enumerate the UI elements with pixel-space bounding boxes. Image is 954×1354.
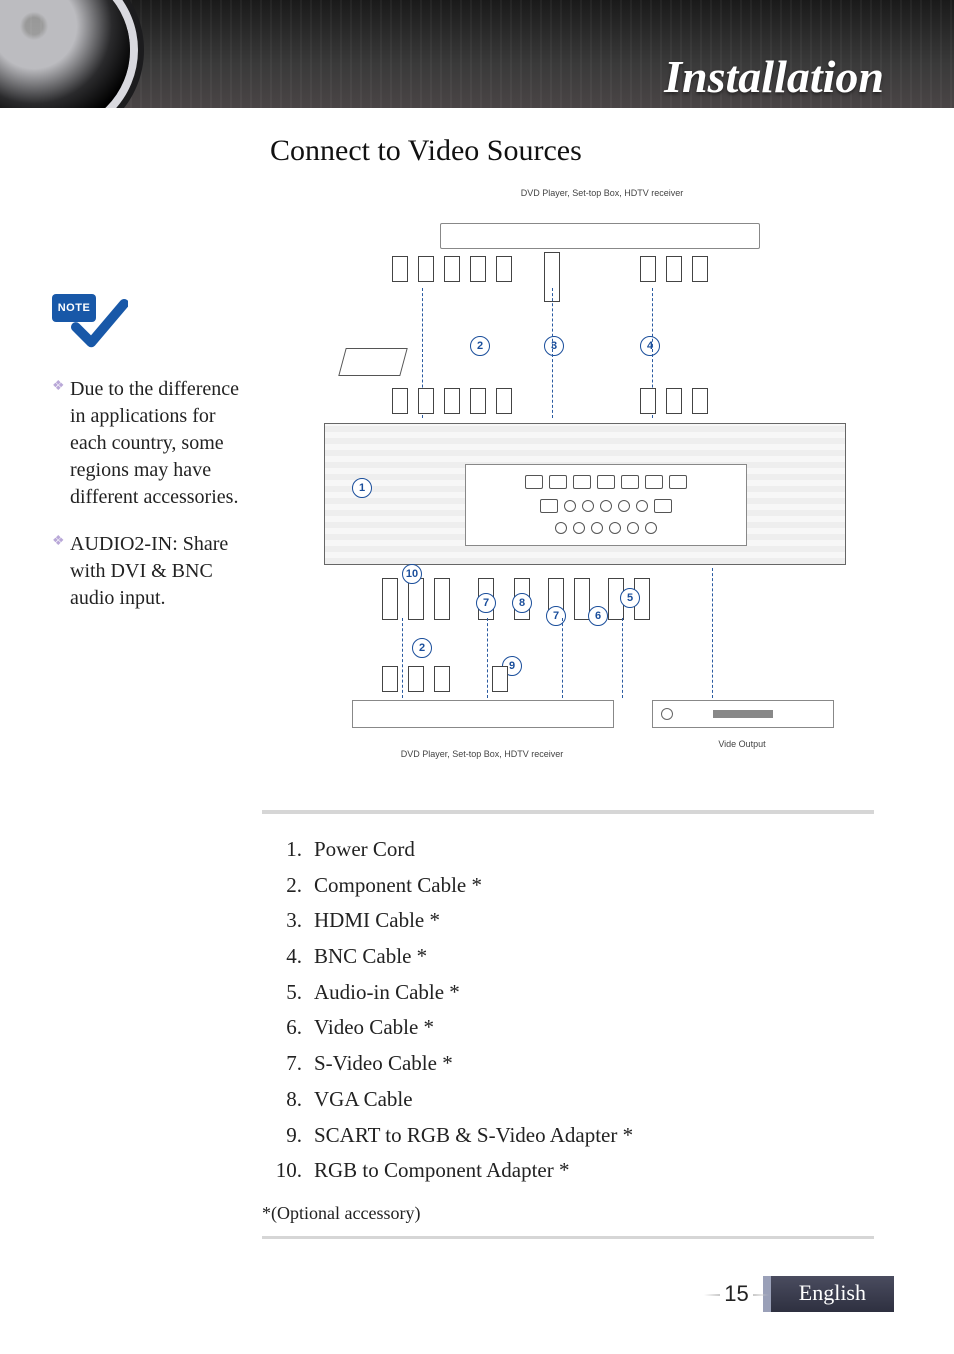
callout-6: 6	[588, 606, 608, 626]
page-footer: 15 English	[724, 1276, 894, 1312]
divider	[262, 1236, 874, 1239]
divider	[262, 810, 874, 814]
plug-row	[492, 666, 508, 692]
callout-2: 2	[470, 336, 490, 356]
cable-item: RGB to Component Adapter *	[262, 1153, 874, 1189]
cable-list: Power Cord Component Cable * HDMI Cable …	[262, 832, 874, 1189]
device-bottom-left	[352, 700, 614, 728]
content-area: Connect to Video Sources NOTE Due to the…	[0, 118, 954, 1354]
page: Installation Connect to Video Sources NO…	[0, 0, 954, 1354]
plug-row	[382, 578, 450, 620]
device-label-top: DVD Player, Set-top Box, HDTV receiver	[502, 188, 702, 199]
callout-3: 3	[544, 336, 564, 356]
cable-item: BNC Cable *	[262, 939, 874, 975]
device-label-br: Vide Output	[672, 739, 812, 750]
note-bullet: AUDIO2-IN: Share with DVI & BNC audio in…	[52, 531, 247, 612]
device-top	[440, 223, 760, 249]
adapter-graphic	[338, 348, 408, 376]
callout-10: 10	[402, 564, 422, 584]
device-label-bl: DVD Player, Set-top Box, HDTV receiver	[382, 749, 582, 760]
cable-line	[552, 288, 553, 418]
device-bottom-right	[652, 700, 834, 728]
rear-panel	[465, 464, 747, 546]
cable-list-section: Power Cord Component Cable * HDMI Cable …	[262, 798, 874, 1257]
lens-graphic	[0, 0, 130, 108]
callout-5: 5	[620, 588, 640, 608]
cable-item: VGA Cable	[262, 1082, 874, 1118]
note-bullet: Due to the difference in applications fo…	[52, 376, 247, 511]
optional-accessory-note: *(Optional accessory)	[262, 1203, 874, 1224]
callout-1: 1	[352, 478, 372, 498]
page-number: 15	[724, 1281, 748, 1307]
plug-row	[382, 666, 450, 692]
cable-item: Component Cable *	[262, 868, 874, 904]
plug-row	[640, 388, 708, 414]
checkmark-icon	[70, 298, 128, 356]
connection-diagram: DVD Player, Set-top Box, HDTV receiver 2…	[292, 188, 852, 768]
language-tab: English	[763, 1276, 894, 1312]
projector-body	[324, 423, 846, 565]
plug-row	[392, 256, 512, 282]
callout-4: 4	[640, 336, 660, 356]
cable-line	[622, 618, 623, 698]
cable-line	[712, 568, 713, 698]
callout-2b: 2	[412, 638, 432, 658]
note-badge: NOTE	[52, 294, 132, 362]
cable-line	[487, 618, 488, 698]
header-banner: Installation	[0, 0, 954, 108]
cable-item: Power Cord	[262, 832, 874, 868]
cable-item: HDMI Cable *	[262, 903, 874, 939]
note-bullet-list: Due to the difference in applications fo…	[52, 376, 247, 612]
callout-7: 7	[476, 593, 496, 613]
cable-line	[562, 618, 563, 698]
cable-item: Audio-in Cable *	[262, 975, 874, 1011]
cable-item: S-Video Cable *	[262, 1046, 874, 1082]
plug-row	[392, 388, 512, 414]
callout-7b: 7	[546, 606, 566, 626]
cable-item: Video Cable *	[262, 1010, 874, 1046]
chapter-title: Installation	[664, 50, 884, 103]
callout-8: 8	[512, 593, 532, 613]
cable-item: SCART to RGB & S-Video Adapter *	[262, 1118, 874, 1154]
plug-row	[640, 256, 708, 282]
section-title: Connect to Video Sources	[270, 134, 894, 168]
sidebar-notes: NOTE Due to the difference in applicatio…	[52, 294, 247, 632]
